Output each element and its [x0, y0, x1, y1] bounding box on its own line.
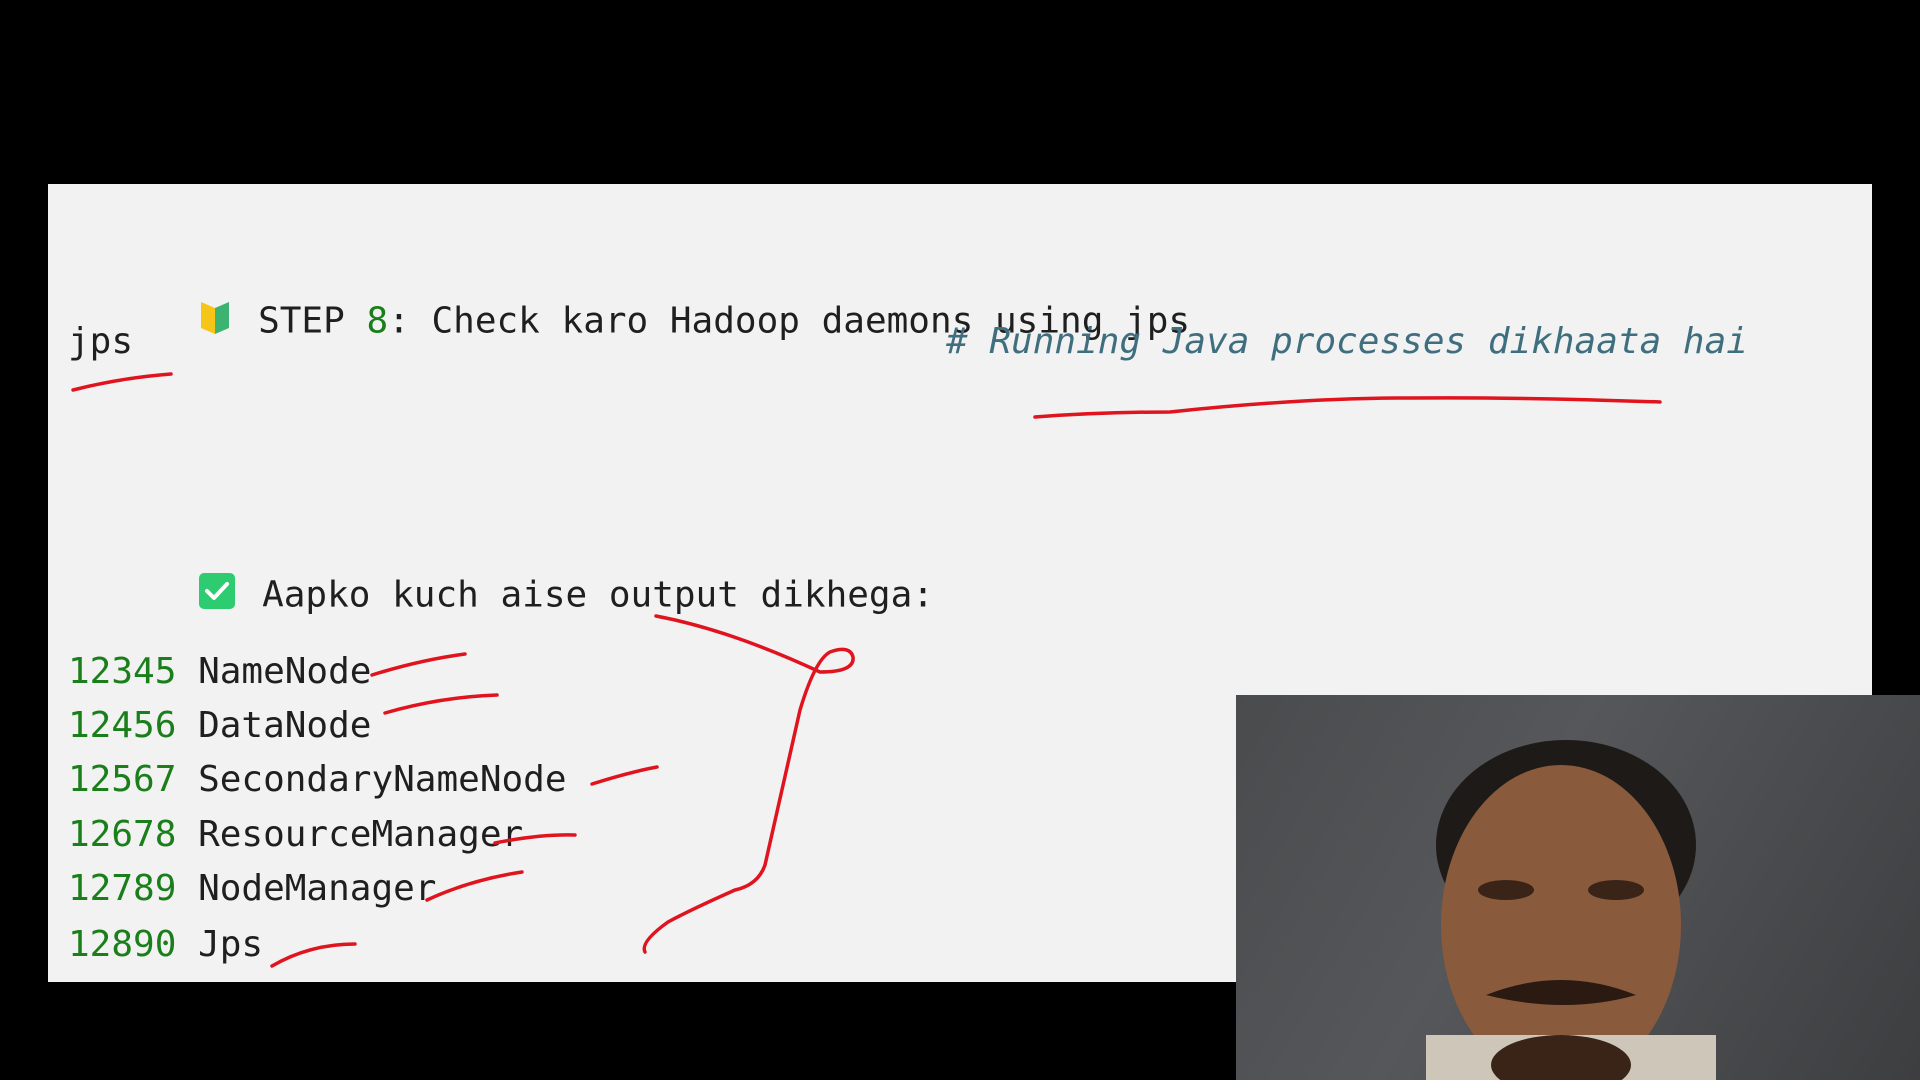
- process-name: SecondaryNameNode: [198, 759, 567, 800]
- step-prefix: STEP: [258, 300, 367, 342]
- step-number: 8: [366, 300, 389, 342]
- process-pid: 12678: [68, 814, 177, 855]
- presenter-video: [1426, 740, 1716, 1080]
- command-code: jps: [68, 321, 134, 362]
- process-pid: 12890: [68, 924, 177, 965]
- process-row: 12567 SecondaryNameNode: [68, 758, 567, 802]
- process-row: 12890 Jps: [68, 923, 263, 967]
- process-pid: 12345: [68, 651, 177, 692]
- webcam-overlay: [1236, 695, 1920, 1080]
- process-name: Jps: [198, 924, 264, 965]
- process-row: 12456 DataNode: [68, 704, 371, 748]
- output-intro-text: Aapko kuch aise output dikhega:: [262, 574, 934, 616]
- process-name: DataNode: [198, 705, 372, 746]
- process-pid: 12456: [68, 705, 177, 746]
- process-row: 12345 NameNode: [68, 650, 371, 694]
- process-pid: 12789: [68, 868, 177, 909]
- output-intro: Aapko kuch aise output dikhega:: [68, 484, 934, 665]
- process-name: NodeManager: [198, 868, 437, 909]
- process-pid: 12567: [68, 759, 177, 800]
- command-comment: # Running Java processes dikhaata hai: [946, 321, 1748, 362]
- process-name: NameNode: [198, 651, 372, 692]
- check-mark-icon: [111, 528, 236, 665]
- process-name: ResourceManager: [198, 814, 524, 855]
- process-row: 12678 ResourceManager: [68, 813, 523, 857]
- process-row: 12789 NodeManager: [68, 867, 436, 911]
